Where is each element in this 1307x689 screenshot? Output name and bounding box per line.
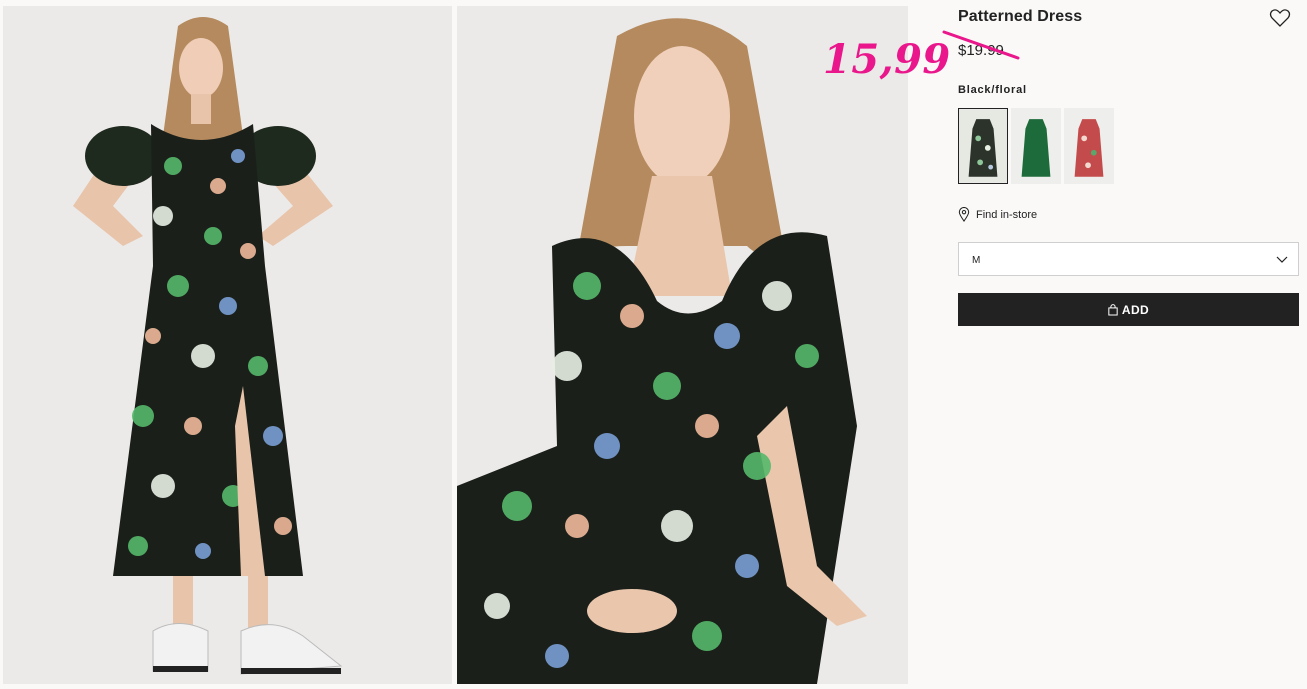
swatch-red-floral-thumb: [1065, 109, 1113, 183]
swatch-red-floral[interactable]: [1064, 108, 1114, 184]
model-standing-illustration: [3, 6, 452, 684]
swatch-green-thumb: [1012, 109, 1060, 183]
location-pin-icon: [958, 207, 970, 222]
original-price: $19.99: [958, 42, 1004, 59]
shopping-bag-icon: [1108, 303, 1118, 316]
product-title: Patterned Dress: [958, 8, 1083, 25]
chevron-down-icon: [1276, 256, 1288, 263]
product-image-front[interactable]: [3, 6, 452, 684]
swatch-green[interactable]: [1011, 108, 1061, 184]
product-info-panel: Patterned Dress $19.99 15,99 Black/flora…: [823, 0, 1299, 689]
size-select[interactable]: M: [958, 242, 1299, 276]
add-button-label: ADD: [1121, 302, 1150, 317]
size-select-value: M: [972, 255, 981, 266]
find-in-store-label: Find in-store: [976, 208, 1038, 221]
color-label: Black/floral: [958, 84, 1027, 96]
find-in-store-link[interactable]: Find in-store: [958, 207, 1037, 222]
product-page: Patterned Dress $19.99 15,99 Black/flora…: [0, 0, 1307, 689]
sale-price: 15,99: [823, 36, 951, 83]
heart-icon[interactable]: [1269, 8, 1291, 28]
product-image-sitting[interactable]: [457, 6, 908, 684]
swatch-black-floral-thumb: [959, 109, 1007, 183]
color-swatches: [958, 108, 1114, 184]
add-to-bag-button[interactable]: ADD: [958, 293, 1299, 326]
model-sitting-illustration: [457, 6, 908, 684]
swatch-black-floral[interactable]: [958, 108, 1008, 184]
